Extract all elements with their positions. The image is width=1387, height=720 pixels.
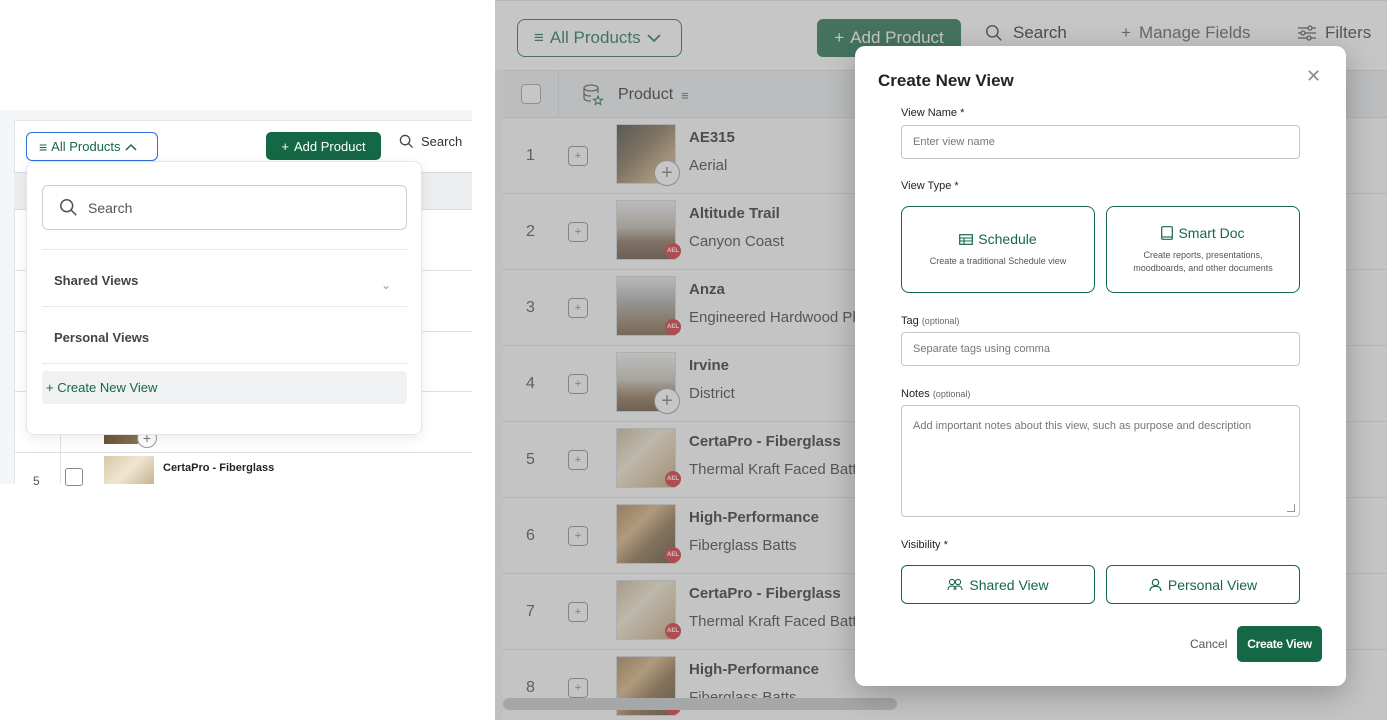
chevron-down-icon[interactable]: ⌄ [381, 278, 391, 292]
personal-view-button[interactable]: Personal View [1106, 565, 1300, 604]
notes-label-text: Notes [901, 388, 930, 400]
views-search-input[interactable]: Search [42, 185, 407, 230]
smart-doc-type-card[interactable]: Smart Doc Create reports, presentations,… [1106, 206, 1300, 293]
dropdown-divider [42, 363, 407, 364]
visibility-label: Visibility * [901, 539, 948, 551]
smart-doc-description: Create reports, presentations, moodboard… [1133, 249, 1273, 273]
cancel-button[interactable]: Cancel [1190, 637, 1227, 651]
tag-placeholder: Separate tags using comma [913, 343, 1050, 355]
search-placeholder: Search [88, 199, 133, 216]
chevron-up-icon [125, 143, 137, 151]
left-row-number: 5 [33, 474, 40, 488]
schedule-title: Schedule [978, 231, 1037, 247]
table-icon [959, 233, 974, 245]
smart-doc-title: Smart Doc [1178, 224, 1245, 241]
schedule-type-card[interactable]: Schedule Create a traditional Schedule v… [901, 206, 1095, 293]
dropdown-divider [42, 249, 407, 250]
close-icon[interactable]: ✕ [1306, 66, 1321, 87]
document-icon [1161, 225, 1174, 240]
plus-icon: + [281, 138, 290, 154]
view-name-label: View Name * [901, 107, 965, 119]
search-label: Search [421, 134, 463, 149]
notes-label: Notes (optional) [901, 388, 970, 400]
view-selector-label: All Products [51, 139, 121, 154]
view-name-placeholder: Enter view name [913, 136, 995, 148]
create-new-view-item[interactable]: + Create New View [42, 371, 407, 404]
left-row-name: CertaPro - Fiberglass [163, 462, 275, 474]
tag-label: Tag (optional) [901, 315, 959, 327]
shared-view-button[interactable]: Shared View [901, 565, 1095, 604]
shared-view-label: Shared View [969, 576, 1049, 593]
create-view-button[interactable]: Create View [1237, 626, 1322, 662]
shared-views-section[interactable]: Shared Views [54, 273, 138, 288]
menu-lines-icon: ≡ [39, 138, 48, 155]
tag-optional-text: (optional) [921, 316, 960, 326]
notes-placeholder: Add important notes about this view, suc… [913, 420, 1252, 432]
view-type-label: View Type * [901, 180, 959, 192]
tag-input[interactable]: Separate tags using comma [901, 332, 1300, 366]
resize-handle-icon[interactable] [1287, 504, 1295, 512]
notes-optional-text: (optional) [932, 389, 971, 399]
view-name-input[interactable]: Enter view name [901, 125, 1300, 159]
modal-title: Create New View [878, 71, 1014, 90]
search-icon [399, 134, 414, 149]
views-dropdown: Search Shared Views ⌄ Personal Views + C… [26, 161, 422, 435]
left-add-product-button[interactable]: + Add Product [266, 132, 381, 160]
dropdown-divider [42, 306, 407, 307]
user-icon [1149, 578, 1162, 591]
add-product-label: Add Product [294, 138, 366, 154]
left-search-button[interactable]: Search [399, 134, 462, 149]
personal-view-label: Personal View [1167, 576, 1258, 593]
search-icon [60, 199, 77, 216]
tag-label-text: Tag [901, 315, 919, 327]
schedule-description: Create a traditional Schedule view [929, 256, 1067, 266]
left-row-divider [14, 452, 472, 453]
personal-views-section[interactable]: Personal Views [54, 330, 149, 345]
notes-textarea[interactable]: Add important notes about this view, suc… [901, 405, 1300, 517]
create-view-modal: Create New View ✕ View Name * Enter view… [855, 46, 1346, 686]
left-row-thumbnail [104, 456, 154, 484]
users-icon [947, 578, 963, 591]
add-to-project-icon[interactable] [65, 468, 83, 486]
left-view-selector-button[interactable]: ≡ All Products [26, 132, 158, 161]
